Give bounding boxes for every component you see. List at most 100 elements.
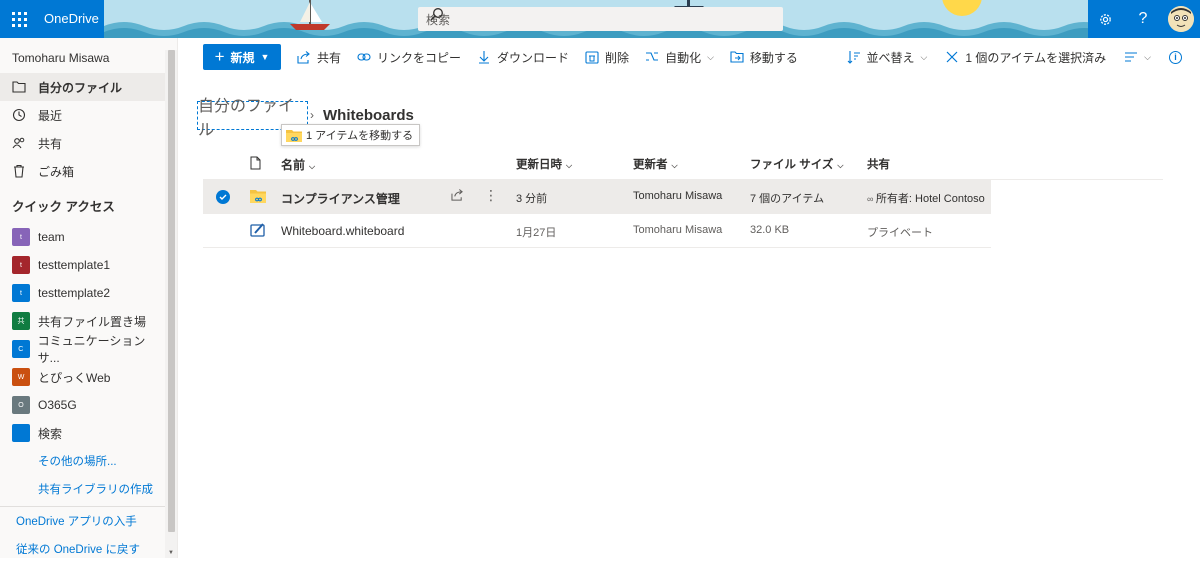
- suite-bar: OneDrive 検索 ?: [0, 0, 1200, 38]
- new-button[interactable]: + 新規 ▼: [203, 44, 281, 70]
- share-icon: [297, 50, 311, 64]
- quick-access-label: 共有ファイル置き場: [38, 314, 147, 329]
- quick-access-item[interactable]: t testtemplate2: [0, 279, 165, 307]
- move-label: 移動する: [749, 50, 798, 65]
- search-icon: [430, 8, 443, 21]
- copy-link-button[interactable]: リンクをコピー: [357, 49, 461, 66]
- trash-icon: [12, 164, 26, 178]
- site-logo: W: [12, 368, 30, 386]
- help-button[interactable]: ?: [1124, 0, 1162, 38]
- flow-icon: [645, 50, 659, 64]
- share-icon[interactable]: [451, 189, 464, 204]
- quick-access-item[interactable]: 検索: [0, 419, 165, 447]
- move-to-button[interactable]: 移動する: [730, 49, 798, 66]
- app-launcher-button[interactable]: [0, 0, 38, 38]
- other-places-link[interactable]: その他の場所...: [0, 447, 165, 475]
- left-navigation: Tomoharu Misawa 自分のファイル 最近 共有 ごみ箱 クイック ア…: [0, 38, 178, 558]
- delete-label: 削除: [605, 50, 630, 65]
- quick-access-item[interactable]: t team: [0, 223, 165, 251]
- row-checked-icon[interactable]: [216, 190, 230, 204]
- more-actions-icon[interactable]: ⋮: [484, 187, 498, 204]
- sort-button[interactable]: 並べ替え ⌵: [847, 49, 928, 66]
- quick-access-label: コミュニケーションサ...: [37, 334, 146, 365]
- chevron-down-icon: ⌵: [309, 162, 316, 171]
- column-modified-label: 更新日時: [516, 159, 562, 171]
- search-box[interactable]: 検索: [418, 7, 783, 31]
- quick-access-label: testtemplate1: [38, 258, 111, 272]
- plus-icon: +: [214, 47, 225, 66]
- waffle-icon: [11, 11, 27, 27]
- chevron-down-icon: ⌵: [671, 161, 678, 170]
- quick-access-item[interactable]: 共共有ファイル置き場: [0, 307, 165, 335]
- get-apps-link[interactable]: OneDrive アプリの入手: [0, 507, 165, 535]
- nav-item-recycle-bin[interactable]: ごみ箱: [0, 157, 165, 185]
- chevron-down-icon: ⌵: [920, 51, 928, 62]
- nav-item-recent[interactable]: 最近: [0, 101, 165, 129]
- column-header-modified-by[interactable]: 更新者 ⌵: [633, 156, 678, 172]
- nav-scrollbar[interactable]: ▼: [165, 50, 177, 558]
- close-icon: [945, 50, 959, 64]
- site-logo: 共: [12, 312, 30, 330]
- nav-item-label: 最近: [38, 108, 63, 123]
- site-logo: t: [12, 228, 30, 246]
- automate-button[interactable]: 自動化 ⌵: [645, 49, 714, 66]
- new-button-label: 新規: [230, 50, 255, 65]
- nav-item-my-files[interactable]: 自分のファイル: [0, 73, 165, 101]
- site-logo: [12, 424, 30, 442]
- avatar[interactable]: [1168, 6, 1194, 32]
- nav-item-label: 自分のファイル: [38, 80, 123, 95]
- file-name[interactable]: コンプライアンス管理: [281, 190, 400, 207]
- sort-icon: [847, 50, 861, 64]
- column-size-label: ファイル サイズ: [750, 159, 834, 171]
- drag-move-tooltip: 1 アイテムを移動する: [281, 124, 421, 146]
- settings-button[interactable]: [1086, 0, 1124, 38]
- quick-access-item[interactable]: O O365G: [0, 391, 165, 419]
- site-logo: t: [12, 284, 30, 302]
- download-label: ダウンロード: [497, 50, 570, 65]
- app-name[interactable]: OneDrive: [44, 11, 99, 26]
- sharing-status-label: 所有者: Hotel Contoso: [875, 193, 985, 205]
- chevron-down-icon: ⌵: [707, 51, 714, 62]
- sharing-status: ∞ 所有者: Hotel Contoso: [867, 190, 985, 206]
- file-name[interactable]: Whiteboard.whiteboard: [281, 224, 404, 238]
- folder-icon: [12, 80, 26, 94]
- file-type-header-icon[interactable]: [250, 156, 261, 173]
- delete-button[interactable]: 削除: [585, 49, 629, 66]
- column-header-name[interactable]: 名前 ⌵: [281, 156, 315, 173]
- modified-by: Tomoharu Misawa: [633, 190, 723, 202]
- nav-item-shared[interactable]: 共有: [0, 129, 165, 157]
- column-header-sharing[interactable]: 共有: [867, 156, 890, 172]
- link-icon: ∞: [867, 194, 876, 204]
- create-shared-library-link[interactable]: 共有ライブラリの作成: [0, 475, 165, 503]
- quick-access-item[interactable]: t testtemplate1: [0, 251, 165, 279]
- nav-item-label: ごみ箱: [38, 164, 75, 179]
- table-row[interactable]: Whiteboard.whiteboard 1月27日 Tomoharu Mis…: [203, 214, 991, 248]
- info-icon[interactable]: i: [1169, 50, 1182, 64]
- whiteboard-file-icon: [250, 223, 266, 240]
- scroll-down-icon[interactable]: ▼: [168, 550, 174, 556]
- modified-date: 1月27日: [516, 227, 557, 239]
- column-header-modified[interactable]: 更新日時 ⌵: [516, 156, 572, 172]
- modified-date: 3 分前: [516, 193, 548, 205]
- column-name-label: 名前: [281, 158, 306, 172]
- people-icon: [12, 136, 26, 150]
- site-logo: C: [12, 340, 30, 358]
- clear-selection-button[interactable]: 1 個のアイテムを選択済み: [945, 49, 1106, 66]
- scrollbar-thumb[interactable]: [168, 50, 175, 532]
- column-header-size[interactable]: ファイル サイズ ⌵: [750, 156, 843, 172]
- download-icon: [477, 50, 491, 64]
- share-button[interactable]: 共有: [297, 49, 341, 66]
- table-row[interactable]: コンプライアンス管理 ⋮ 3 分前 Tomoharu Misawa 7 個のアイ…: [203, 180, 991, 214]
- file-size: 7 個のアイテム: [750, 193, 825, 205]
- quick-access-label: testtemplate2: [38, 286, 111, 300]
- view-options-button[interactable]: ⌵: [1124, 50, 1151, 64]
- share-label: 共有: [317, 50, 342, 65]
- classic-onedrive-link[interactable]: 従来の OneDrive に戻す: [0, 535, 165, 563]
- quick-access-item[interactable]: C コミュニケーションサ...: [0, 334, 165, 365]
- sharing-status: プライベート: [867, 227, 933, 239]
- delete-icon: [585, 50, 599, 64]
- user-name: Tomoharu Misawa: [12, 51, 110, 65]
- quick-access-item[interactable]: W とぴっくWeb: [0, 363, 165, 391]
- page-title: Whiteboards: [323, 107, 414, 124]
- download-button[interactable]: ダウンロード: [477, 49, 569, 66]
